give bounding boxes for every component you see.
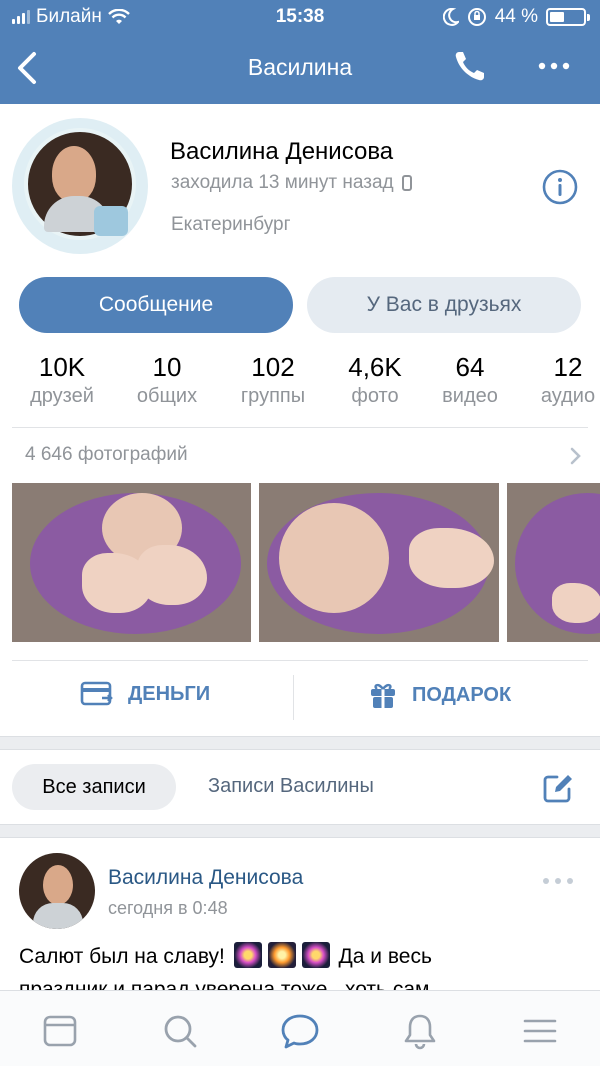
photo-thumbnail[interactable] [507,483,600,642]
gift-label: ПОДАРОК [412,683,512,706]
info-icon[interactable] [541,168,579,206]
message-button[interactable]: Сообщение [19,277,293,333]
mobile-device-icon [401,175,412,191]
photos-count-link[interactable]: 4 646 фотографий [25,444,188,466]
firework-emoji-icon [301,942,330,968]
status-bar: Билайн 15:38 44 % [0,0,600,34]
money-label: ДЕНЬГИ [128,682,211,705]
money-card-icon [80,681,113,706]
messages-icon[interactable] [280,1011,320,1051]
photo-thumbnail[interactable] [259,483,499,642]
page-title: Василина [247,54,353,80]
friends-button[interactable]: У Вас в друзьях [307,277,581,333]
moon-icon [442,8,459,26]
tab-own-posts[interactable]: Записи Василины [208,775,374,798]
counter-friends[interactable]: 10K друзей [12,352,112,408]
tab-all-posts[interactable]: Все записи [12,764,176,810]
nav-bar: Василина [0,34,600,104]
profile-counters: 10K друзей 10 общих 102 группы 4,6K фото… [0,352,600,412]
firework-emoji-icon [233,942,262,968]
menu-icon[interactable] [520,1011,560,1051]
gift-icon [371,683,395,708]
profile-avatar[interactable] [12,118,148,254]
search-icon[interactable] [160,1011,200,1051]
last-seen-text: заходила 13 минут назад [171,172,394,193]
section-gap [0,736,600,750]
photo-thumbnail[interactable] [12,483,251,642]
money-button[interactable]: ДЕНЬГИ [80,680,210,708]
post-time: сегодня в 0:48 [108,898,228,918]
more-dots-icon[interactable] [536,56,572,76]
rotation-lock-icon [467,8,486,26]
top-bar: Билайн 15:38 44 % Василина [0,0,600,104]
divider [12,427,588,428]
firework-emoji-icon [267,942,296,968]
edit-post-icon[interactable] [541,771,575,805]
section-gap [0,824,600,838]
post-author-avatar[interactable] [19,853,95,929]
notifications-icon[interactable] [400,1011,440,1051]
counter-groups[interactable]: 102 группы [223,352,323,408]
battery-icon [546,8,590,26]
news-icon[interactable] [40,1011,80,1051]
counter-mutual[interactable]: 10 общих [117,352,217,408]
counter-audio[interactable]: 12 аудио [518,352,600,408]
profile-city: Екатеринбург [171,214,291,235]
post-author-name[interactable]: Василина Денисова [108,866,303,890]
counter-photos[interactable]: 4,6K фото [325,352,425,408]
post-more-icon[interactable] [541,876,575,886]
divider [12,660,588,661]
divider [293,675,294,720]
counter-videos[interactable]: 64 видео [420,352,520,408]
post-text: Салют был на славу! Да и весь праздник и… [19,940,589,990]
gift-button[interactable]: ПОДАРОК [368,680,511,710]
profile-name: Василина Денисова [170,138,394,165]
bottom-tab-bar [0,990,600,1066]
phone-icon[interactable] [452,48,488,84]
last-seen: заходила 13 минут назад [171,172,412,194]
chevron-right-icon[interactable] [569,446,583,466]
battery-percent: 44 % [494,6,538,27]
